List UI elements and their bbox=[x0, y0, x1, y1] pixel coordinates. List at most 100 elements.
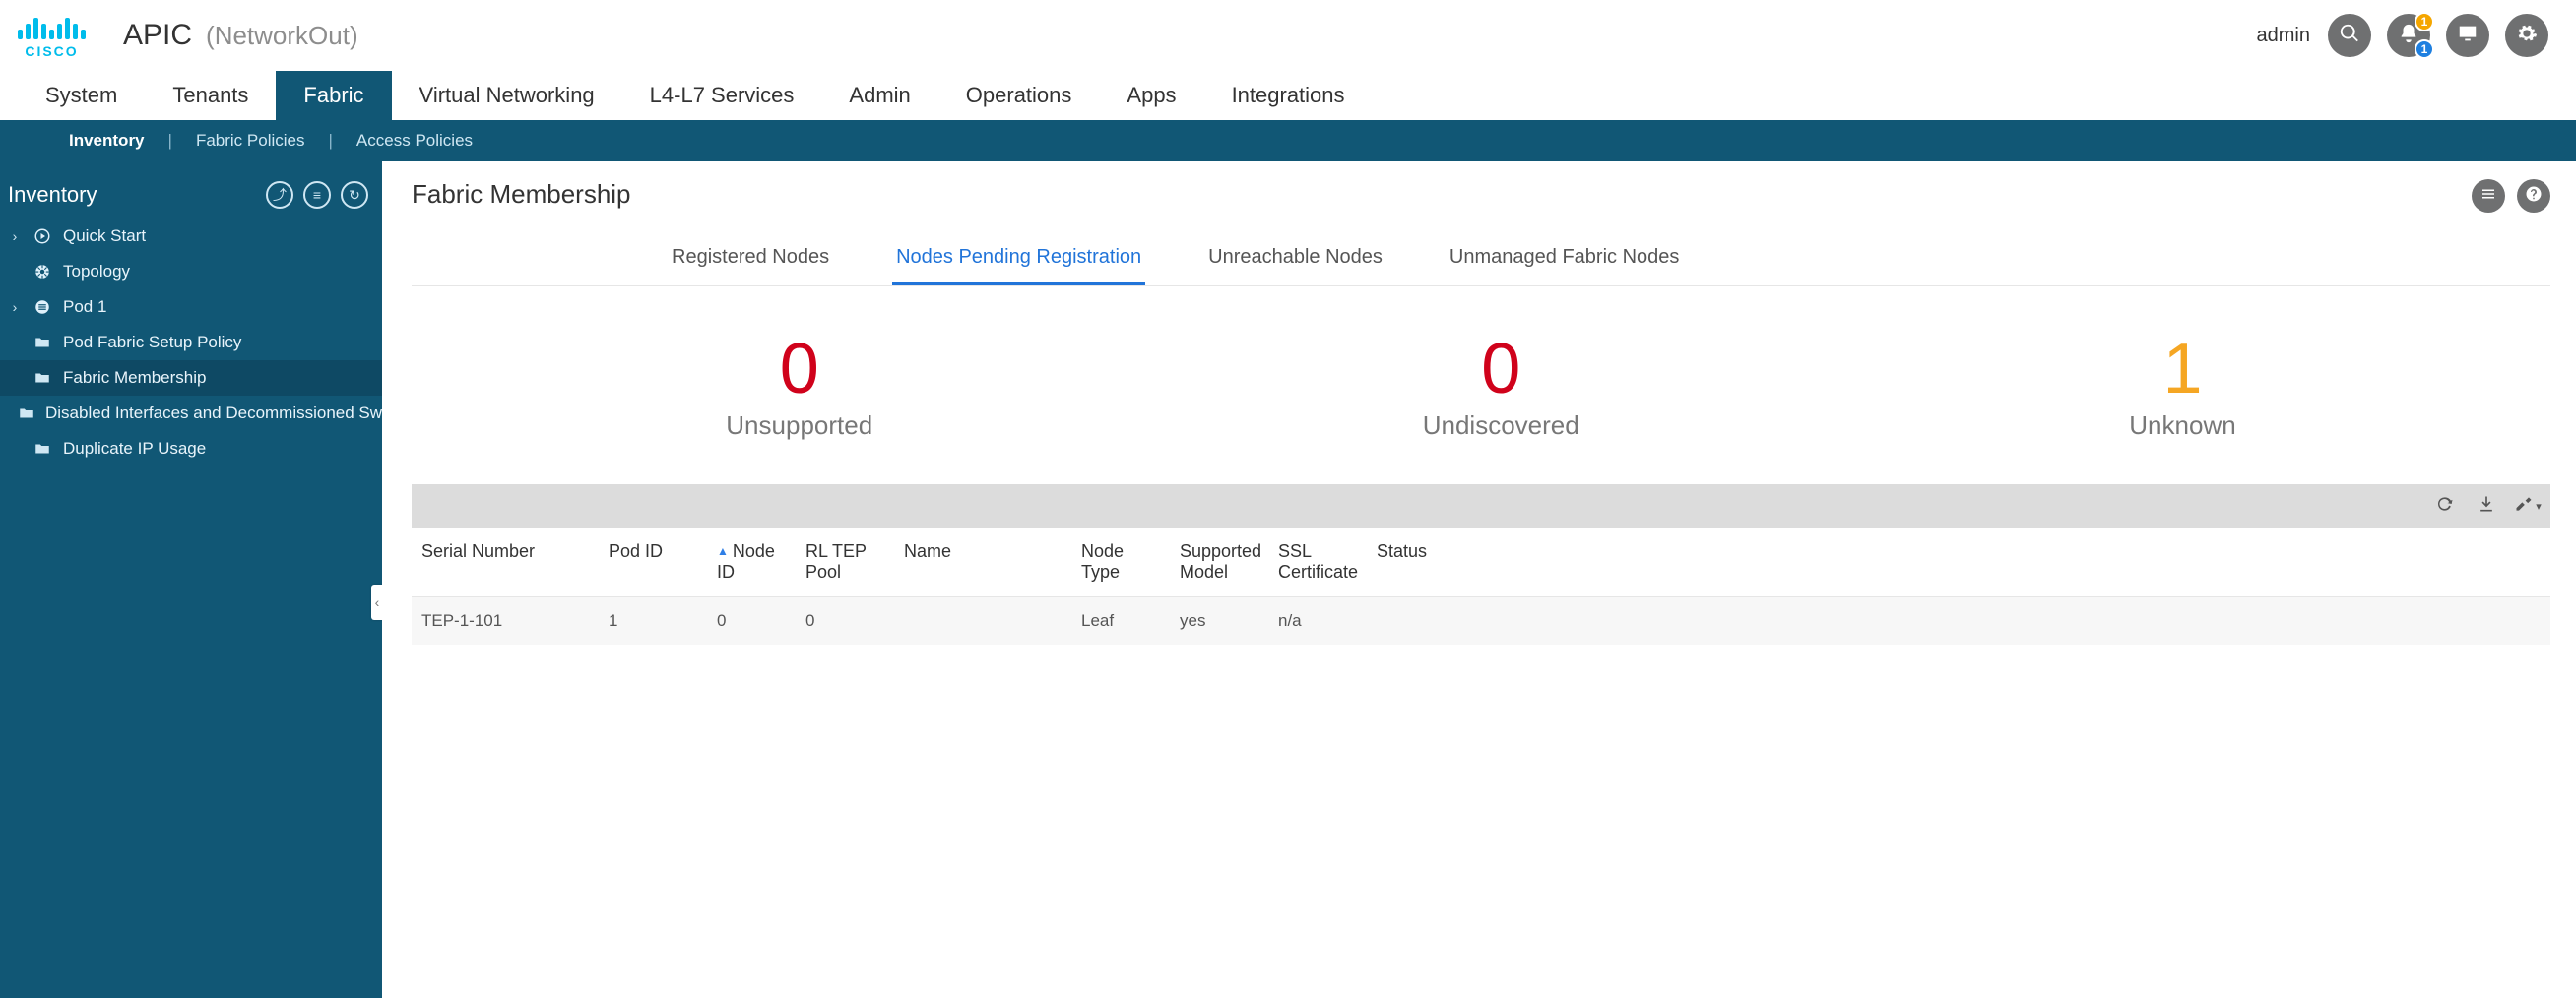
feedback-button[interactable] bbox=[2446, 14, 2489, 57]
table-refresh-button[interactable] bbox=[2434, 495, 2456, 517]
settings-button[interactable] bbox=[2505, 14, 2548, 57]
refresh-icon bbox=[2435, 494, 2455, 519]
sidebar-item-label: Disabled Interfaces and Decommissioned S… bbox=[45, 404, 382, 423]
sidebar-item-label: Pod Fabric Setup Policy bbox=[63, 333, 241, 352]
sidebar-item-fabric-membership[interactable]: Fabric Membership bbox=[0, 360, 382, 396]
cell-model: yes bbox=[1170, 597, 1268, 646]
content-tab-unmanaged-fabric-nodes[interactable]: Unmanaged Fabric Nodes bbox=[1446, 236, 1683, 285]
sidebar-item-label: Duplicate IP Usage bbox=[63, 439, 206, 459]
sidebar-item-topology[interactable]: Topology bbox=[0, 254, 382, 289]
kpi-unsupported: 0Unsupported bbox=[726, 334, 872, 441]
caret-icon: › bbox=[8, 228, 22, 244]
sidebar-item-pod-fabric-setup-policy[interactable]: Pod Fabric Setup Policy bbox=[0, 325, 382, 360]
col-supported-model[interactable]: Supported Model bbox=[1170, 528, 1268, 597]
col-name[interactable]: Name bbox=[894, 528, 1071, 597]
kpi-value: 1 bbox=[2129, 334, 2235, 405]
page-list-button[interactable] bbox=[2472, 179, 2505, 213]
sidebar: Inventory ⤴ ≡ ↻ ›Quick StartTopology›Pod… bbox=[0, 161, 382, 998]
table-download-button[interactable] bbox=[2476, 495, 2497, 517]
col-pod-id[interactable]: Pod ID bbox=[599, 528, 707, 597]
sidebar-tool-expand-icon[interactable]: ⤴ bbox=[266, 181, 293, 209]
primary-nav: SystemTenantsFabricVirtual NetworkingL4-… bbox=[0, 71, 2576, 120]
content-tab-registered-nodes[interactable]: Registered Nodes bbox=[668, 236, 833, 285]
tools-icon bbox=[2514, 494, 2534, 519]
app-title: APIC bbox=[123, 19, 192, 52]
sidebar-item-label: Pod 1 bbox=[63, 297, 106, 317]
cell-name bbox=[894, 597, 1071, 646]
nav-tab-apps[interactable]: Apps bbox=[1099, 71, 1203, 120]
table-body: TEP-1-101100Leafyesn/a bbox=[412, 597, 2550, 646]
app-header: CISCO APIC (NetworkOut) admin 1 1 bbox=[0, 0, 2576, 71]
content-tab-unreachable-nodes[interactable]: Unreachable Nodes bbox=[1204, 236, 1386, 285]
col-label: Supported Model bbox=[1180, 541, 1261, 582]
monitor-icon bbox=[2457, 23, 2479, 49]
col-rl-tep-pool[interactable]: RL TEP Pool bbox=[796, 528, 894, 597]
secondary-nav: Inventory|Fabric Policies|Access Policie… bbox=[0, 120, 2576, 161]
sidebar-item-label: Fabric Membership bbox=[63, 368, 207, 388]
sidebar-tools: ⤴ ≡ ↻ bbox=[266, 181, 368, 209]
sidebar-item-duplicate-ip-usage[interactable]: Duplicate IP Usage bbox=[0, 431, 382, 467]
app-subtitle: (NetworkOut) bbox=[206, 21, 358, 51]
notification-badge-warning: 1 bbox=[2415, 12, 2434, 31]
nav-tab-system[interactable]: System bbox=[18, 71, 145, 120]
download-icon bbox=[2477, 494, 2496, 519]
nav-tab-operations[interactable]: Operations bbox=[938, 71, 1100, 120]
nav-tab-fabric[interactable]: Fabric bbox=[276, 71, 391, 120]
subnav-inventory[interactable]: Inventory bbox=[69, 131, 145, 151]
pod-icon bbox=[32, 298, 53, 316]
sidebar-item-quick-start[interactable]: › Quick Start bbox=[0, 218, 382, 254]
col-serial-number[interactable]: Serial Number bbox=[412, 528, 599, 597]
current-user[interactable]: admin bbox=[2257, 25, 2310, 47]
sidebar-tool-refresh-icon[interactable]: ↻ bbox=[341, 181, 368, 209]
nav-tab-admin[interactable]: Admin bbox=[821, 71, 937, 120]
col-node-type[interactable]: Node Type bbox=[1071, 528, 1170, 597]
content-area: Fabric Membership Registered Nodes Nodes … bbox=[382, 161, 2576, 998]
content-tabs: Registered Nodes Nodes Pending Registrati… bbox=[412, 236, 2550, 286]
kpi-unknown: 1 Unknown bbox=[2129, 334, 2235, 441]
subnav-access-policies[interactable]: Access Policies bbox=[356, 131, 473, 151]
subnav-separator: | bbox=[329, 131, 333, 151]
kpi-label: Unknown bbox=[2129, 410, 2235, 441]
folder-icon bbox=[18, 405, 35, 422]
cell-tep: 0 bbox=[796, 597, 894, 646]
nav-tab-tenants[interactable]: Tenants bbox=[145, 71, 276, 120]
table-actions-button[interactable]: ▾ bbox=[2517, 495, 2539, 517]
search-icon bbox=[2339, 23, 2360, 49]
col-label: Pod ID bbox=[609, 541, 663, 561]
nav-tab-virtual-networking[interactable]: Virtual Networking bbox=[392, 71, 622, 120]
folder-icon bbox=[32, 369, 53, 387]
search-button[interactable] bbox=[2328, 14, 2371, 57]
sidebar-tool-filter-icon[interactable]: ≡ bbox=[303, 181, 331, 209]
page-tools bbox=[2472, 179, 2550, 213]
sort-asc-icon: ▲ bbox=[717, 544, 729, 558]
list-icon bbox=[2479, 185, 2497, 208]
cisco-logo-word: CISCO bbox=[25, 43, 78, 59]
notifications-button[interactable]: 1 1 bbox=[2387, 14, 2430, 57]
content-tab-nodes-pending-registration[interactable]: Nodes Pending Registration bbox=[892, 236, 1145, 285]
sidebar-item-disabled-interfaces-and-decommissioned-switch[interactable]: Disabled Interfaces and Decommissioned S… bbox=[0, 396, 382, 431]
kpi-undiscovered: 0Undiscovered bbox=[1423, 334, 1579, 441]
cisco-logo: CISCO bbox=[18, 12, 86, 59]
table-row[interactable]: TEP-1-101100Leafyesn/a bbox=[412, 597, 2550, 646]
col-node-id[interactable]: ▲Node ID bbox=[707, 528, 796, 597]
folder-icon bbox=[32, 334, 53, 351]
kpi-value: 0 bbox=[726, 334, 872, 405]
caret-icon: › bbox=[8, 299, 22, 315]
nav-tab-l4-l7-services[interactable]: L4-L7 Services bbox=[622, 71, 822, 120]
table-toolbar: ▾ bbox=[412, 484, 2550, 528]
topology-icon bbox=[32, 263, 53, 281]
help-icon bbox=[2525, 185, 2543, 208]
subnav-fabric-policies[interactable]: Fabric Policies bbox=[196, 131, 305, 151]
col-label: Name bbox=[904, 541, 951, 561]
sidebar-item-label: Quick Start bbox=[63, 226, 146, 246]
kpi-value: 0 bbox=[1423, 334, 1579, 405]
cell-node: 0 bbox=[707, 597, 796, 646]
nav-tab-integrations[interactable]: Integrations bbox=[1204, 71, 1373, 120]
cisco-logo-bars-icon bbox=[18, 18, 86, 39]
page-title: Fabric Membership bbox=[412, 179, 631, 210]
col-status[interactable]: Status bbox=[1367, 528, 2550, 597]
col-ssl-certificate[interactable]: SSL Certificate bbox=[1268, 528, 1367, 597]
page-help-button[interactable] bbox=[2517, 179, 2550, 213]
col-label: Status bbox=[1377, 541, 1427, 561]
sidebar-item-pod-1[interactable]: › Pod 1 bbox=[0, 289, 382, 325]
